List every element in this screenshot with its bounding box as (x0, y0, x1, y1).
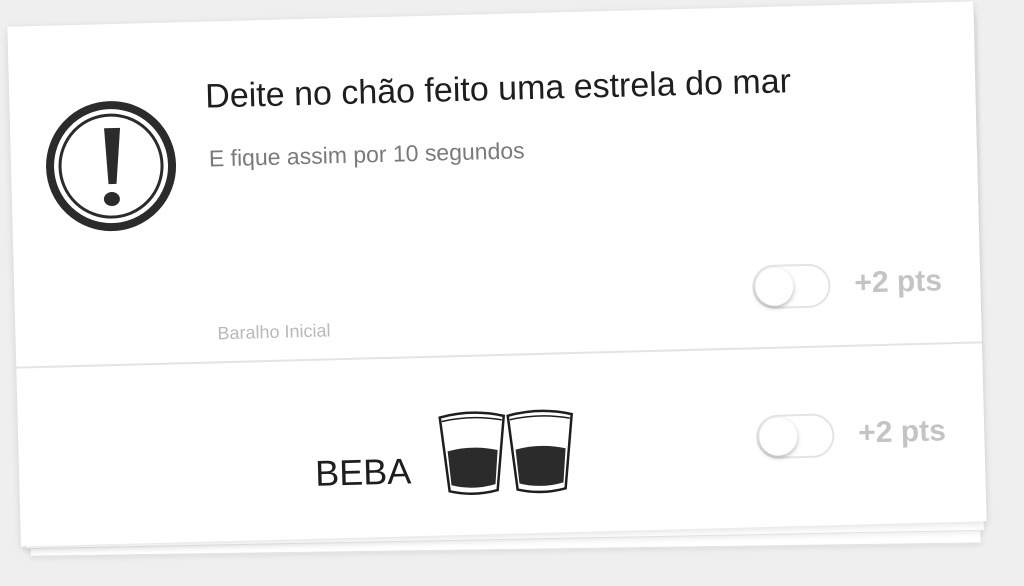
shot-glasses-icon (436, 406, 578, 500)
challenge-section: Deite no chão feito uma estrela do mar E… (7, 1, 982, 369)
challenge-points: +2 pts (853, 264, 943, 300)
toggle-knob (758, 417, 798, 457)
exclamation-circle-icon (43, 98, 178, 233)
challenge-title: Deite no chão feito uma estrela do mar (204, 62, 792, 116)
drink-section: BEBA +2 pts (16, 343, 986, 546)
challenge-subtitle: E fique assim por 10 segundos (208, 137, 525, 172)
drink-toggle[interactable] (755, 413, 835, 460)
screen: Deite no chão feito uma estrela do mar E… (0, 0, 1024, 586)
toggle-knob (754, 267, 794, 307)
challenge-toggle[interactable] (751, 263, 831, 310)
drink-label: BEBA (314, 450, 412, 494)
deck-label: Baralho Inicial (217, 320, 331, 344)
challenge-card[interactable]: Deite no chão feito uma estrela do mar E… (7, 1, 987, 547)
drink-points: +2 pts (857, 414, 947, 450)
